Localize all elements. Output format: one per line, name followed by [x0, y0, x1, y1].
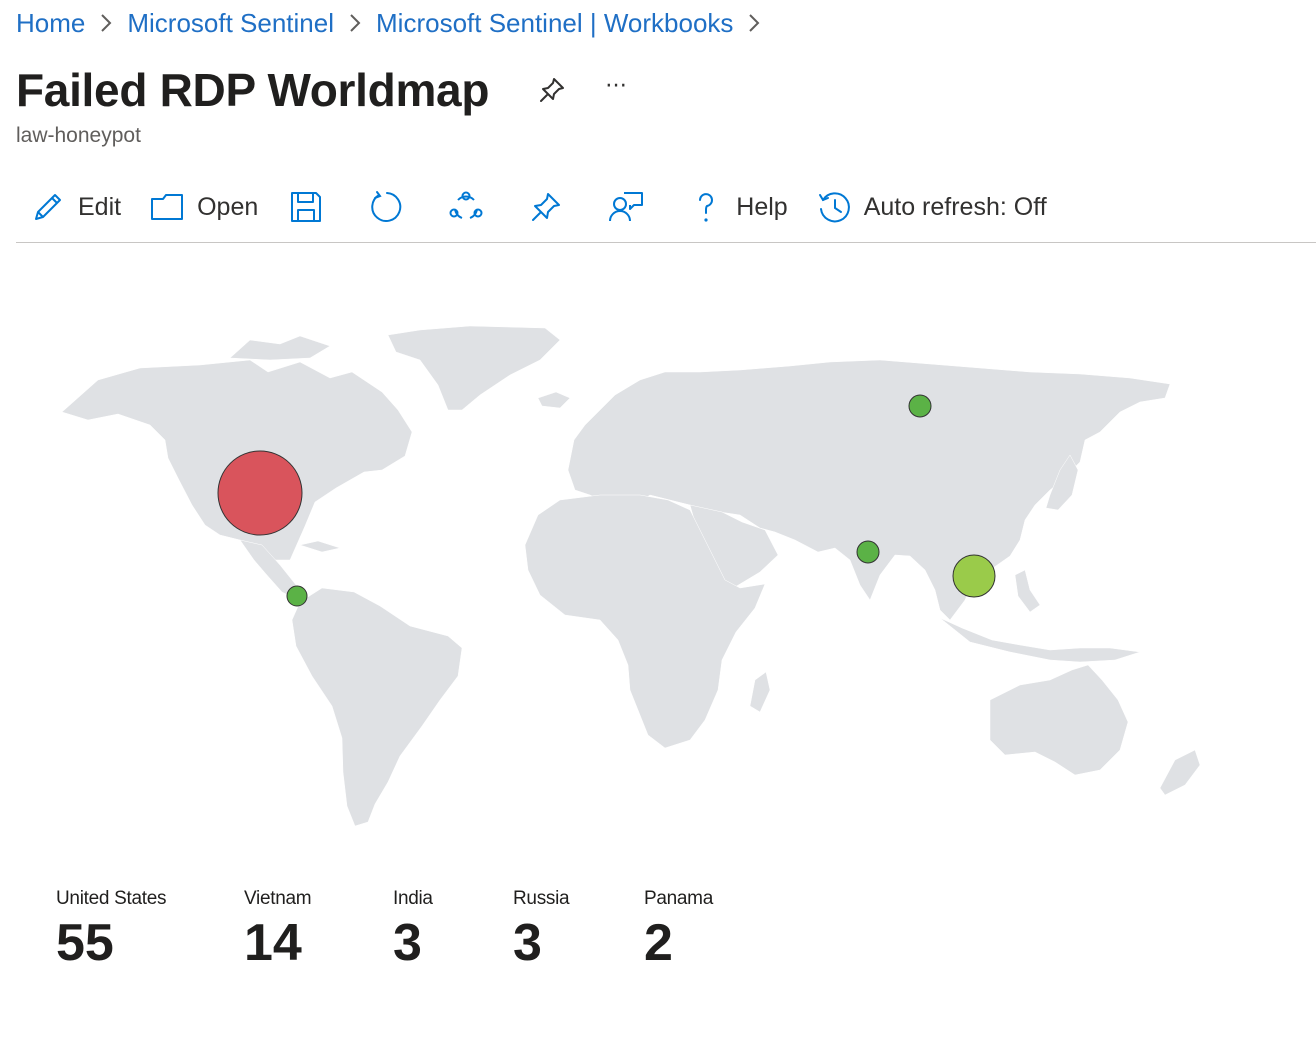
toolbar-divider [16, 242, 1316, 243]
person-feedback-icon [609, 192, 644, 222]
pin-icon [532, 193, 561, 221]
tile-value: 3 [393, 914, 422, 972]
country-tiles: United States 55 Vietnam 14 India 3 Russ… [56, 888, 764, 974]
bubble-russia[interactable] [908, 394, 932, 418]
title-row: Failed RDP Worldmap ⋯ [16, 60, 629, 120]
auto-refresh-label: Auto refresh: Off [863, 192, 1047, 221]
share-icon [449, 191, 483, 219]
tile-value: 55 [56, 914, 114, 972]
refresh-button[interactable] [368, 182, 404, 232]
breadcrumb: Home Microsoft Sentinel Microsoft Sentin… [16, 6, 775, 40]
bubble-vietnam[interactable] [952, 554, 996, 598]
page-title: Failed RDP Worldmap [16, 64, 490, 116]
open-button[interactable]: Open [149, 182, 258, 232]
bubble-united-states[interactable] [217, 450, 303, 536]
tile-india[interactable]: India 3 [393, 888, 513, 974]
tile-value: 14 [244, 914, 302, 972]
tile-united-states[interactable]: United States 55 [56, 888, 244, 974]
history-clock-icon [818, 192, 850, 223]
tile-label: India [393, 888, 433, 909]
chevron-right-icon [348, 12, 362, 34]
auto-refresh-button[interactable]: Auto refresh: Off [816, 182, 1047, 232]
pin-icon [540, 78, 565, 102]
australia-shape [989, 664, 1129, 776]
pencil-icon [35, 194, 61, 220]
philippines-shape [1014, 569, 1041, 613]
pin-to-dashboard-button[interactable] [528, 182, 564, 232]
question-mark-icon [699, 193, 714, 222]
tile-label: Russia [513, 888, 570, 909]
bubble-panama[interactable] [286, 585, 308, 607]
tile-label: Panama [644, 888, 713, 909]
folder-open-icon [151, 194, 184, 220]
feedback-button[interactable] [608, 182, 644, 232]
tile-russia[interactable]: Russia 3 [513, 888, 644, 974]
save-icon [291, 192, 322, 222]
command-bar: Edit Open Help Auto refresh: Off [16, 182, 1316, 232]
breadcrumb-home-link[interactable]: Home [16, 8, 85, 39]
resource-subtitle: law-honeypot [16, 124, 141, 147]
help-button[interactable]: Help [688, 182, 788, 232]
iceland-shape [537, 391, 571, 409]
chevron-right-icon [747, 12, 761, 34]
edit-label: Edit [78, 192, 122, 221]
world-map[interactable] [40, 300, 1220, 880]
greenland-shape [387, 325, 561, 411]
indonesia-shape [939, 617, 1141, 663]
tile-value: 2 [644, 914, 673, 972]
tile-vietnam[interactable]: Vietnam 14 [244, 888, 393, 974]
save-button[interactable] [288, 182, 324, 232]
open-label: Open [197, 192, 259, 221]
help-label: Help [736, 192, 788, 221]
tile-value: 3 [513, 914, 542, 972]
bubble-india[interactable] [856, 540, 880, 564]
tile-label: Vietnam [244, 888, 312, 909]
chevron-right-icon [99, 12, 113, 34]
share-button[interactable] [448, 182, 484, 232]
south-america-shape [291, 587, 463, 827]
new-zealand-shape [1159, 749, 1201, 796]
pin-button[interactable] [537, 75, 567, 105]
cuba-shape [299, 540, 341, 553]
tile-label: United States [56, 888, 167, 909]
canadian-archipelago-shape [229, 335, 331, 361]
tile-panama[interactable]: Panama 2 [644, 888, 764, 974]
edit-button[interactable]: Edit [30, 182, 121, 232]
breadcrumb-sentinel-link[interactable]: Microsoft Sentinel [127, 8, 334, 39]
refresh-icon [371, 191, 402, 222]
breadcrumb-workbooks-link[interactable]: Microsoft Sentinel | Workbooks [376, 8, 733, 39]
more-options-button[interactable]: ⋯ [605, 72, 629, 108]
madagascar-shape [749, 671, 771, 713]
